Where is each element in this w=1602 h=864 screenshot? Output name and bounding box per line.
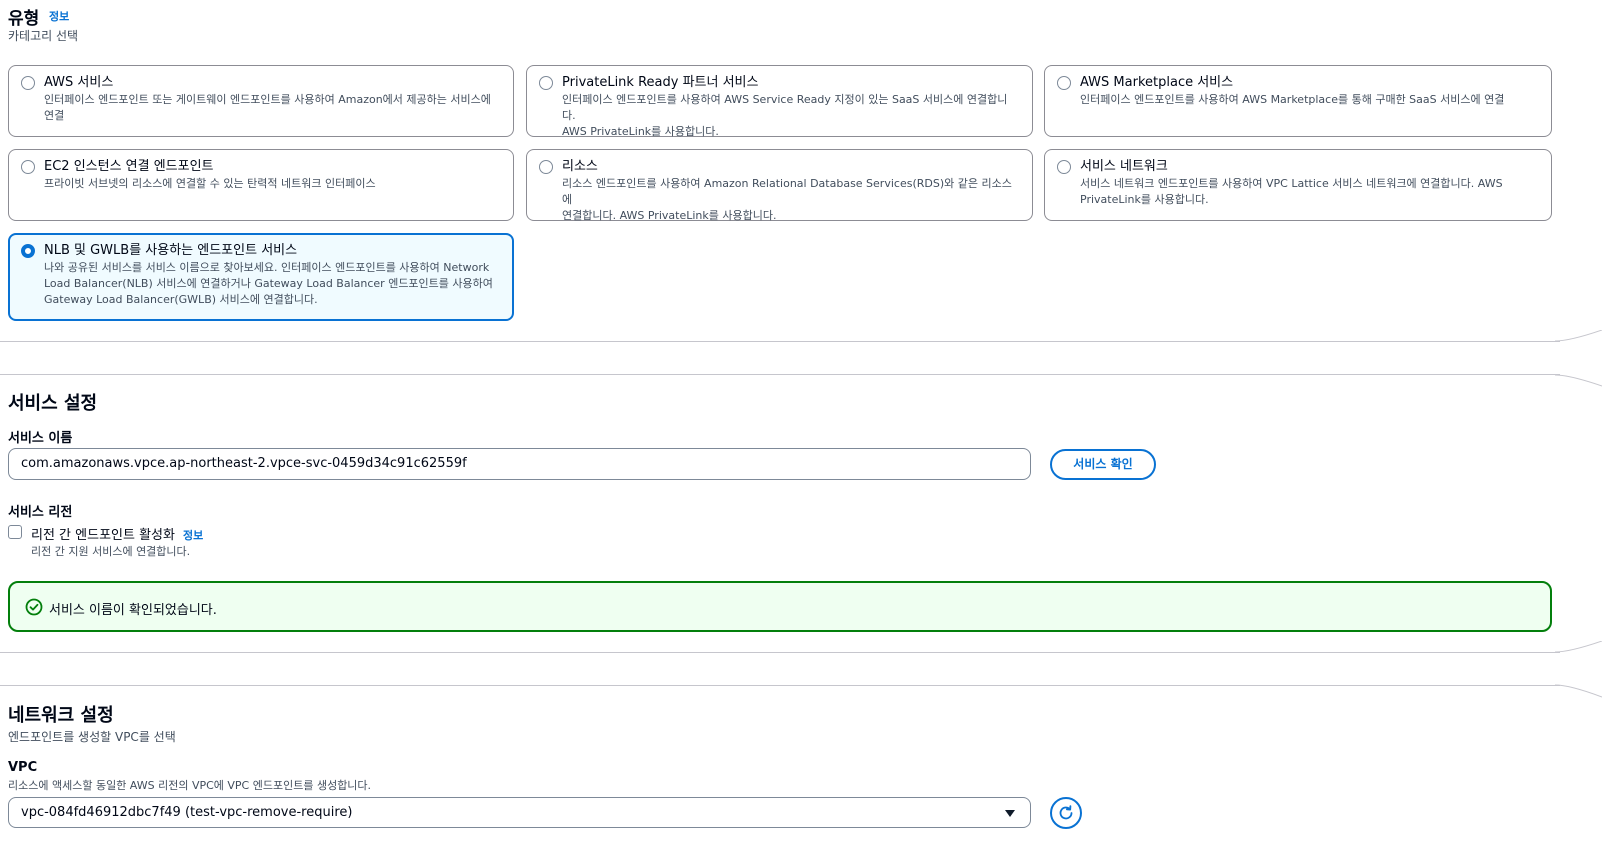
refresh-icon [1059,805,1073,820]
cross-region-checkbox[interactable] [8,525,22,539]
section-divider [0,374,1560,375]
option-title: AWS Marketplace 서비스 [1080,75,1234,90]
radio-button[interactable] [21,160,35,174]
section-divider [0,341,1560,342]
refresh-vpc-button[interactable] [1050,797,1082,829]
type-section-title: 유형 [8,9,40,29]
type-info-link[interactable]: 정보 [49,8,69,24]
network-settings-subtitle: 엔드포인트를 생성할 VPC를 선택 [8,730,176,744]
type-option-aws-services[interactable]: AWS 서비스 인터페이스 엔드포인트 또는 게이트웨이 엔드포인트를 사용하여… [8,65,514,137]
verify-service-button[interactable]: 서비스 확인 [1050,449,1156,480]
cross-region-info-link[interactable]: 정보 [183,527,203,543]
section-divider [0,685,1560,686]
panel-corner [1555,330,1602,387]
option-description: 인터페이스 엔드포인트를 사용하여 AWS Marketplace를 통해 구매… [1080,93,1505,106]
radio-button[interactable] [21,76,35,90]
service-name-label: 서비스 이름 [8,431,73,446]
radio-button[interactable] [1057,160,1071,174]
radio-button[interactable] [539,160,553,174]
option-description: 프라이빗 서브넷의 리소스에 연결할 수 있는 탄력적 네트워크 인터페이스 [44,177,376,190]
option-title: NLB 및 GWLB를 사용하는 엔드포인트 서비스 [44,243,298,258]
success-check-icon [25,598,43,616]
cross-region-label[interactable]: 리전 간 엔드포인트 활성화 [31,524,175,543]
service-verified-alert: 서비스 이름이 확인되었습니다. [8,581,1552,632]
option-description: 서비스 네트워크 엔드포인트를 사용하여 VPC Lattice 서비스 네트워… [1080,177,1503,206]
option-title: PrivateLink Ready 파트너 서비스 [562,75,759,90]
service-name-value: com.amazonaws.vpce.ap-northeast-2.vpce-s… [21,456,467,471]
type-option-ec2-instance-connect[interactable]: EC2 인스턴스 연결 엔드포인트 프라이빗 서브넷의 리소스에 연결할 수 있… [8,149,514,221]
option-title: 리소스 [562,159,598,174]
type-section-subtitle: 카테고리 선택 [8,29,79,43]
vpc-label: VPC [8,760,38,775]
option-title: EC2 인스턴스 연결 엔드포인트 [44,159,214,174]
alert-message: 서비스 이름이 확인되었습니다. [49,603,217,618]
network-settings-title: 네트워크 설정 [8,705,114,726]
type-option-privatelink-ready[interactable]: PrivateLink Ready 파트너 서비스 인터페이스 엔드포인트를 사… [526,65,1033,138]
cross-region-description: 리전 간 지원 서비스에 연결합니다. [31,545,191,558]
vpc-selected-value: vpc-084fd46912dbc7f49 (test-vpc-remove-r… [21,805,353,820]
option-description: 인터페이스 엔드포인트를 사용하여 AWS Service Ready 지정이 … [562,93,1008,138]
type-option-resources[interactable]: 리소스 리소스 엔드포인트를 사용하여 Amazon Relational Da… [526,149,1033,222]
service-name-input[interactable]: com.amazonaws.vpce.ap-northeast-2.vpce-s… [8,448,1031,480]
caret-down-icon [1005,810,1015,817]
radio-button[interactable] [1057,76,1071,90]
vpc-select[interactable]: vpc-084fd46912dbc7f49 (test-vpc-remove-r… [8,797,1031,828]
radio-button-selected[interactable] [21,244,35,258]
option-title: 서비스 네트워크 [1080,159,1168,174]
panel-corner [1555,641,1602,698]
type-option-nlb-gwlb-endpoint-services[interactable]: NLB 및 GWLB를 사용하는 엔드포인트 서비스 나와 공유된 서비스를 서… [8,233,514,321]
service-region-label: 서비스 리전 [8,505,73,520]
radio-button[interactable] [539,76,553,90]
section-divider [0,652,1560,653]
option-title: AWS 서비스 [44,75,114,90]
option-description: 리소스 엔드포인트를 사용하여 Amazon Relational Databa… [562,177,1012,222]
type-option-aws-marketplace[interactable]: AWS Marketplace 서비스 인터페이스 엔드포인트를 사용하여 AW… [1044,65,1552,137]
option-description: 나와 공유된 서비스를 서비스 이름으로 찾아보세요. 인터페이스 엔드포인트를… [44,261,493,306]
vpc-description: 리소스에 액세스할 동일한 AWS 리전의 VPC에 VPC 엔드포인트를 생성… [8,779,372,792]
option-description: 인터페이스 엔드포인트 또는 게이트웨이 엔드포인트를 사용하여 Amazon에… [44,93,491,122]
type-option-service-network[interactable]: 서비스 네트워크 서비스 네트워크 엔드포인트를 사용하여 VPC Lattic… [1044,149,1552,221]
service-settings-title: 서비스 설정 [8,393,98,414]
